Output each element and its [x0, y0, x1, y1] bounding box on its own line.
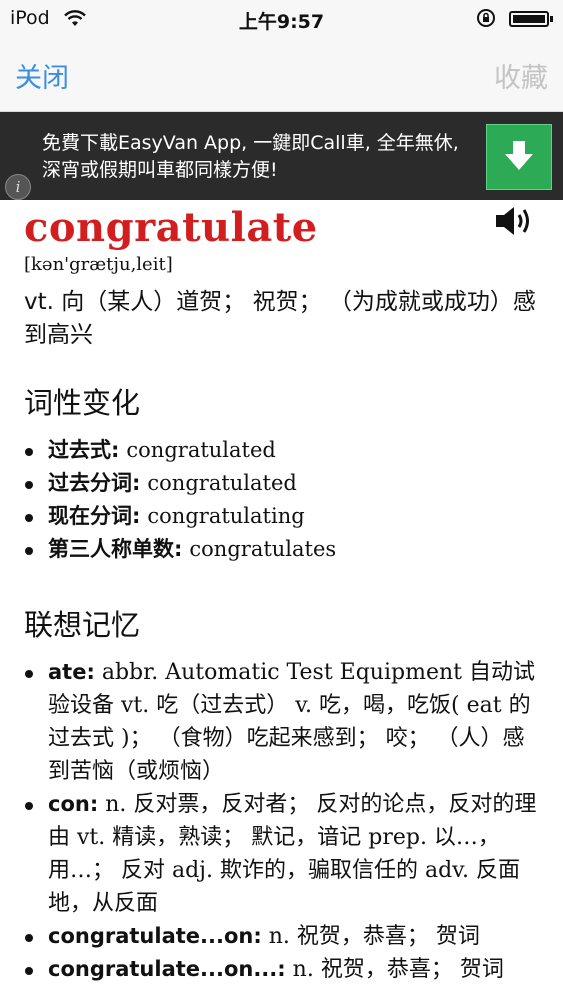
list-item: 过去分词: congratulated	[24, 467, 544, 500]
list-item-key: congratulate...on:	[48, 924, 262, 948]
list-item-key: con:	[48, 792, 99, 816]
definition: vt. 向（某人）道贺； 祝贺； （为成就或成功）感到高兴	[24, 289, 536, 348]
phonetic: [kən'grætju,leit]	[24, 254, 173, 275]
list-item-key: congratulate...on...:	[48, 957, 286, 981]
download-icon	[505, 141, 533, 170]
list-item-key: ate:	[48, 660, 95, 684]
status-bar: iPod 上午9:57	[0, 0, 563, 38]
favorite-button[interactable]: 收藏	[494, 56, 548, 95]
list-item: 过去式: congratulated	[24, 434, 544, 467]
list-item-value: congratulates	[189, 537, 337, 561]
close-button[interactable]: 关闭	[15, 56, 69, 95]
navigation-bar: 关闭 收藏	[0, 38, 563, 112]
list-item: congratulate...on: n. 祝贺，恭喜； 贺词	[24, 920, 544, 953]
associations-list: ate: abbr. Automatic Test Equipment 自动试验…	[24, 656, 544, 986]
info-icon[interactable]: i	[5, 174, 31, 200]
list-item-key: 现在分词:	[48, 504, 141, 528]
list-item-value: n. 祝贺，恭喜； 贺词	[268, 924, 480, 949]
rotation-lock-icon	[477, 9, 495, 27]
speaker-icon[interactable]	[494, 205, 534, 237]
list-item-key: 过去分词:	[48, 471, 141, 495]
list-item-value: congratulating	[147, 504, 305, 528]
inflections-list: 过去式: congratulated 过去分词: congratulated 现…	[24, 434, 544, 566]
headword: congratulate	[24, 204, 318, 251]
list-item-value: n. 反对票，反对者； 反对的论点，反对的理由 vt. 精读，熟读； 默记，谙记…	[48, 792, 537, 916]
ad-banner[interactable]: 免費下載EasyVan App, 一鍵即Call車, 全年無休, 深宵或假期叫車…	[0, 112, 563, 200]
list-item: 现在分词: congratulating	[24, 500, 544, 533]
list-item: congratulate...on...: n. 祝贺，恭喜； 贺词	[24, 953, 544, 986]
list-item: ate: abbr. Automatic Test Equipment 自动试验…	[24, 656, 544, 788]
list-item-value: n. 祝贺，恭喜； 贺词	[292, 957, 504, 982]
list-item-value: congratulated	[126, 438, 276, 462]
download-button[interactable]	[486, 124, 552, 190]
list-item-key: 第三人称单数:	[48, 537, 183, 561]
associations-heading: 联想记忆	[24, 608, 141, 642]
list-item-key: 过去式:	[48, 438, 120, 462]
list-item-value: abbr. Automatic Test Equipment 自动试验设备 vt…	[48, 660, 535, 784]
ad-text: 免費下載EasyVan App, 一鍵即Call車, 全年無休, 深宵或假期叫車…	[42, 132, 459, 181]
list-item-value: congratulated	[147, 471, 297, 495]
battery-icon	[509, 11, 553, 27]
list-item: con: n. 反对票，反对者； 反对的论点，反对的理由 vt. 精读，熟读； …	[24, 788, 544, 920]
inflections-heading: 词性变化	[24, 386, 141, 420]
list-item: 第三人称单数: congratulates	[24, 533, 544, 566]
